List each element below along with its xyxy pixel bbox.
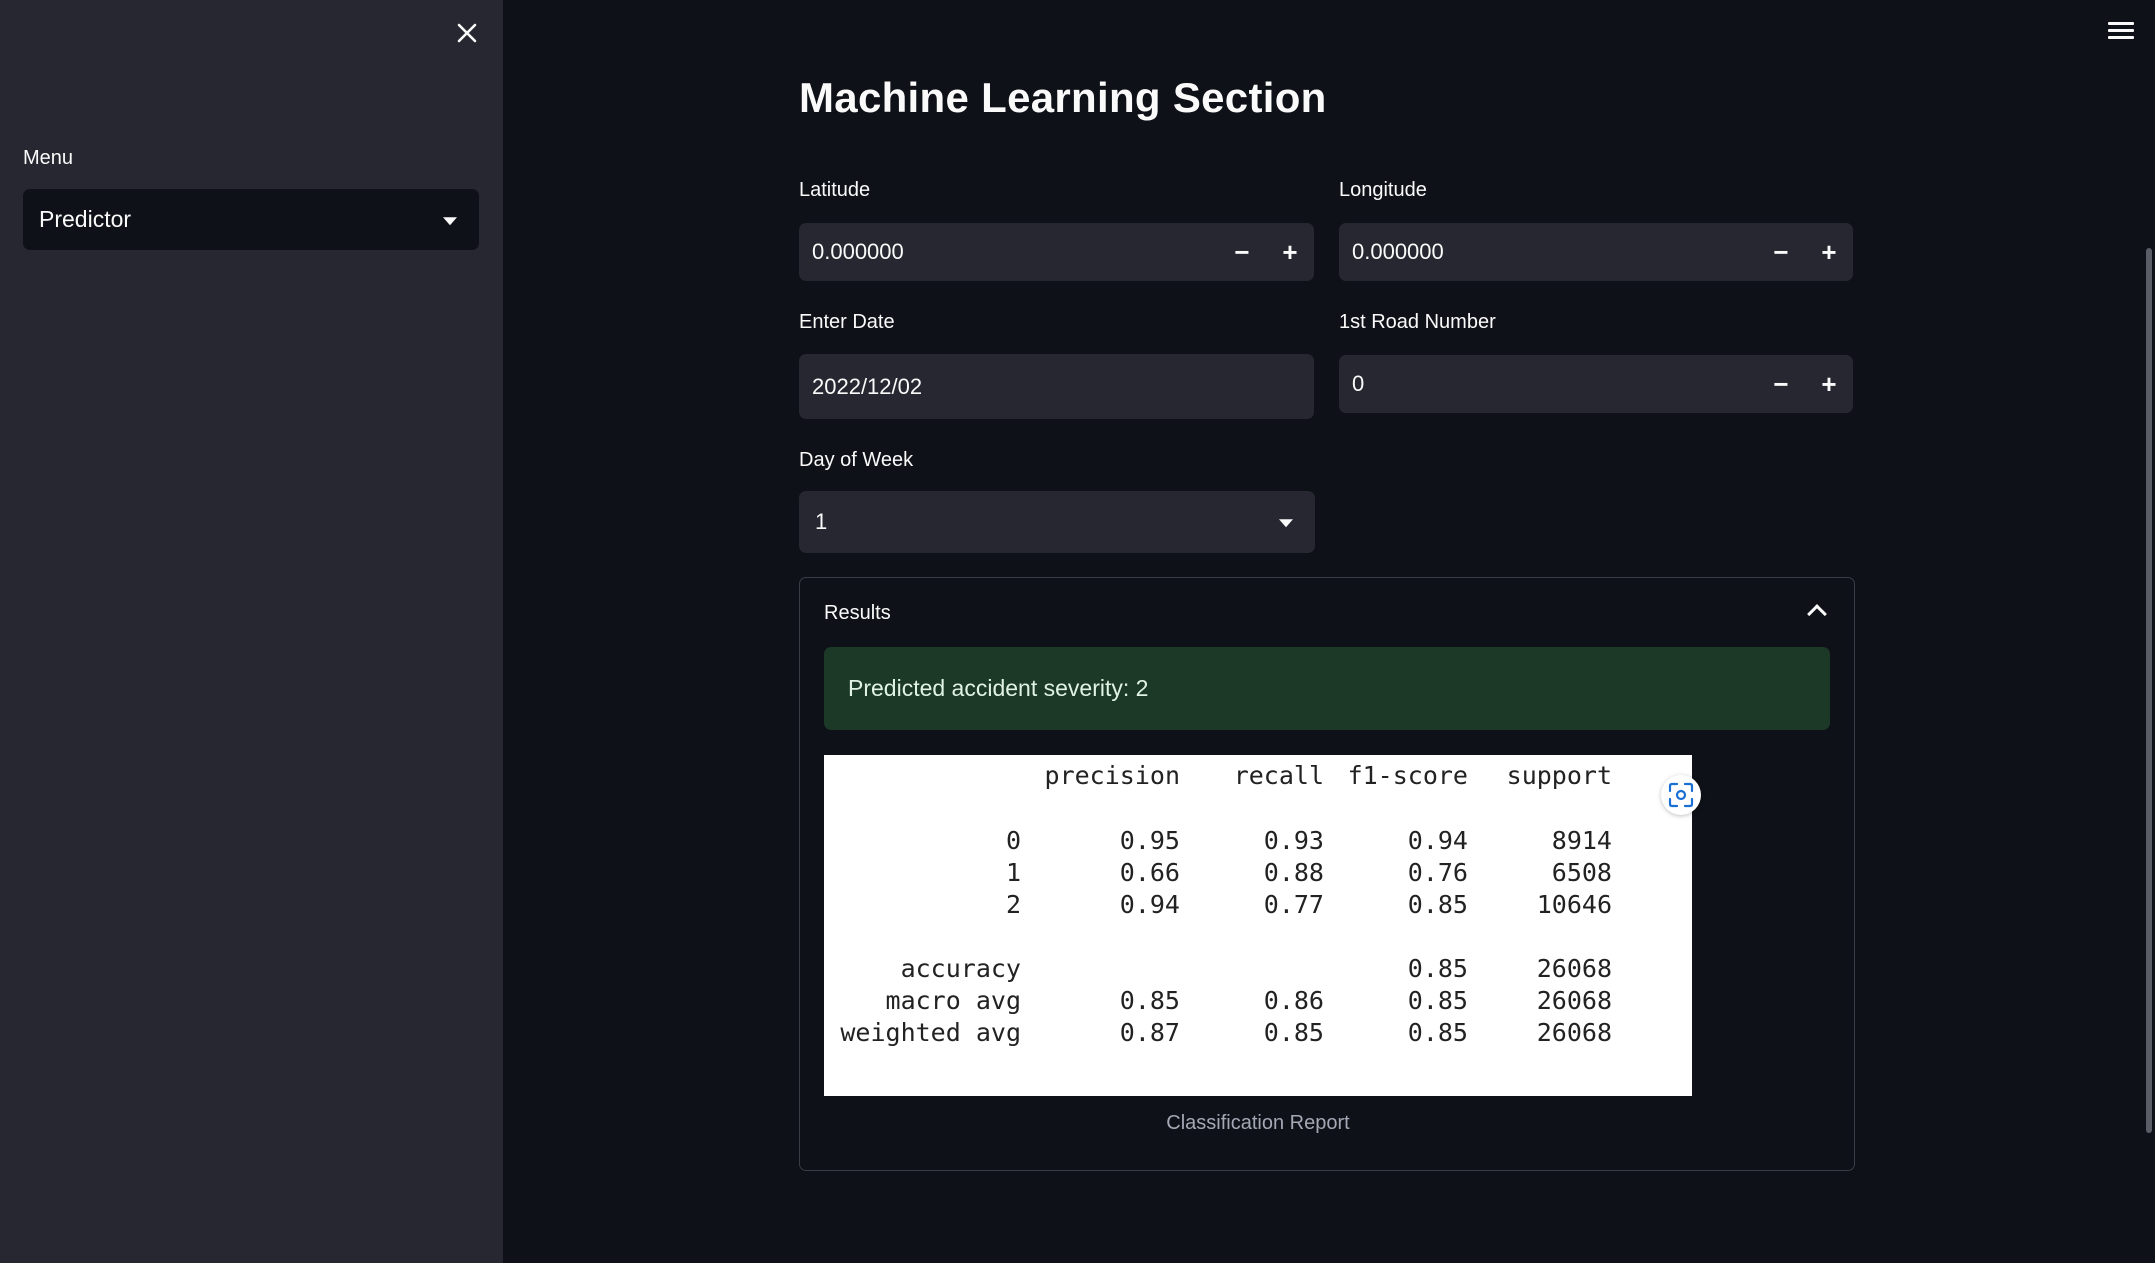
report-cell: 0.85 <box>1407 1018 1468 1047</box>
close-sidebar-button[interactable] <box>450 16 484 50</box>
results-expander-header[interactable]: Results <box>800 578 1854 648</box>
longitude-decrement-button[interactable]: − <box>1757 223 1805 281</box>
main-menu-button[interactable] <box>2108 22 2134 44</box>
report-row-label: 2 <box>1005 890 1021 919</box>
report-cell: 0.93 <box>1263 826 1324 855</box>
report-cell: 0.85 <box>1263 1018 1324 1047</box>
caret-down-icon <box>443 216 457 225</box>
longitude-label: Longitude <box>1339 179 1427 201</box>
latitude-input[interactable]: 0.000000 − + <box>799 223 1314 281</box>
prediction-text: Predicted accident severity: 2 <box>848 675 1149 701</box>
day-of-week-value: 1 <box>815 509 828 534</box>
report-cell: 0.85 <box>1407 890 1468 919</box>
caret-down-icon <box>1279 519 1293 528</box>
date-value: 2022/12/02 <box>812 373 923 399</box>
report-row-label: weighted avg <box>840 1018 1021 1047</box>
report-row-label: accuracy <box>900 954 1021 983</box>
report-cell: 0.66 <box>1119 858 1180 887</box>
hamburger-icon-line <box>2108 36 2134 39</box>
report-cell: 6508 <box>1551 858 1612 887</box>
report-cell: 0.85 <box>1407 954 1468 983</box>
report-cell: 26068 <box>1536 986 1612 1015</box>
report-row-label: 0 <box>1005 826 1021 855</box>
report-cell: 0.94 <box>1407 826 1468 855</box>
menu-select-value: Predictor <box>39 206 132 232</box>
report-cell: 0.85 <box>1407 986 1468 1015</box>
road-number-increment-button[interactable]: + <box>1805 355 1853 413</box>
prediction-alert: Predicted accident severity: 2 <box>824 647 1830 730</box>
longitude-input[interactable]: 0.000000 − + <box>1339 223 1853 281</box>
hamburger-icon <box>2108 22 2134 25</box>
date-input[interactable]: 2022/12/02 <box>799 354 1314 419</box>
results-expander: Results Predicted accident severity: 2 p… <box>799 577 1855 1171</box>
longitude-value[interactable]: 0.000000 <box>1339 239 1757 265</box>
fullscreen-button[interactable] <box>1661 775 1701 815</box>
report-header: recall <box>1233 761 1324 790</box>
report-header: precision <box>1044 761 1180 790</box>
road-number-label: 1st Road Number <box>1339 311 1496 333</box>
chevron-up-icon <box>1807 604 1827 624</box>
latitude-decrement-button[interactable]: − <box>1218 223 1266 281</box>
day-of-week-select[interactable]: 1 <box>799 491 1315 553</box>
close-icon <box>457 23 477 43</box>
date-label: Enter Date <box>799 311 895 333</box>
menu-select[interactable]: Predictor <box>23 189 479 250</box>
report-cell: 26068 <box>1536 1018 1612 1047</box>
report-cell: 26068 <box>1536 954 1612 983</box>
report-row-label: macro avg <box>885 986 1021 1015</box>
report-cell: 0.85 <box>1119 986 1180 1015</box>
report-cell: 0.76 <box>1407 858 1468 887</box>
report-cell: 0.88 <box>1263 858 1324 887</box>
report-cell: 0.87 <box>1119 1018 1180 1047</box>
day-of-week-label: Day of Week <box>799 449 914 471</box>
report-cell: 10646 <box>1536 890 1612 919</box>
report-row-label: 1 <box>1005 858 1021 887</box>
classification-report-image: precision recall f1-score support 0 0.95… <box>824 755 1701 1096</box>
page-title: Machine Learning Section <box>799 74 1327 121</box>
hamburger-icon-line <box>2108 29 2134 32</box>
report-cell: 0.77 <box>1263 890 1324 919</box>
sidebar: Menu Predictor <box>0 0 503 1263</box>
latitude-increment-button[interactable]: + <box>1266 223 1314 281</box>
fullscreen-icon <box>1668 782 1694 808</box>
report-cell: 0.95 <box>1119 826 1180 855</box>
report-caption: Classification Report <box>1166 1112 1350 1134</box>
report-cell: 0.94 <box>1119 890 1180 919</box>
latitude-value[interactable]: 0.000000 <box>799 239 1218 265</box>
report-header: f1-score <box>1347 761 1468 790</box>
latitude-label: Latitude <box>799 179 871 201</box>
results-title: Results <box>824 602 891 624</box>
report-header: support <box>1506 761 1612 790</box>
scrollbar[interactable] <box>2146 248 2152 1133</box>
longitude-increment-button[interactable]: + <box>1805 223 1853 281</box>
report-cell: 8914 <box>1551 826 1612 855</box>
road-number-decrement-button[interactable]: − <box>1757 355 1805 413</box>
report-cell: 0.86 <box>1263 986 1324 1015</box>
menu-label: Menu <box>23 147 74 169</box>
road-number-value[interactable]: 0 <box>1339 371 1757 397</box>
road-number-input[interactable]: 0 − + <box>1339 355 1853 413</box>
